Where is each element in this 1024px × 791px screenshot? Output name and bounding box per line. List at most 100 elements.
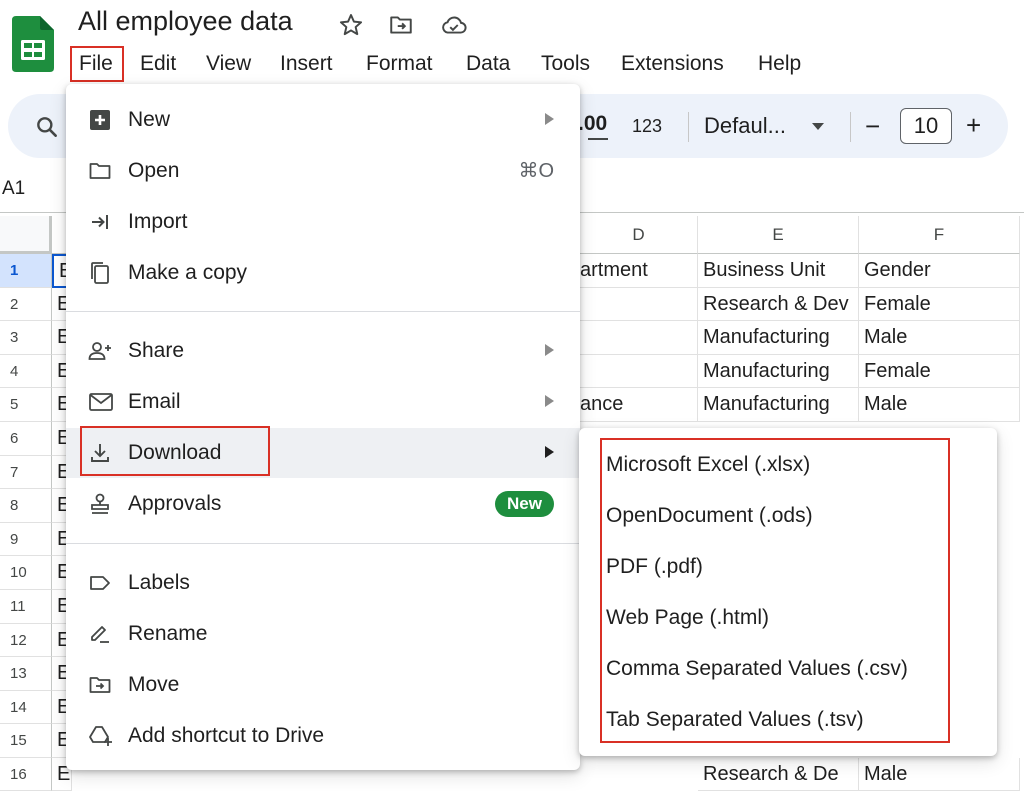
cell-d3[interactable] — [580, 321, 698, 355]
cloud-saved-icon[interactable] — [440, 12, 467, 38]
row-header[interactable]: 15 — [0, 724, 52, 758]
person-add-icon — [88, 339, 112, 363]
menu-item-approvals[interactable]: Approvals New — [66, 479, 580, 529]
cell-d5[interactable]: ance — [580, 388, 698, 422]
row-header[interactable]: 8 — [0, 489, 52, 523]
row-header[interactable]: 5 — [0, 388, 52, 422]
cell-e4[interactable]: Manufacturing — [698, 355, 859, 388]
toolbar-separator — [850, 112, 851, 142]
folder-open-icon — [88, 159, 112, 183]
cell-f5[interactable]: Male — [859, 388, 1020, 422]
increase-font-size-button[interactable]: + — [966, 110, 981, 141]
label-tag-icon — [88, 571, 112, 595]
row-header[interactable]: 3 — [0, 321, 52, 355]
menu-extensions[interactable]: Extensions — [621, 48, 724, 80]
increase-decimal-button[interactable]: .00 — [578, 112, 607, 136]
row-header[interactable]: 10 — [0, 556, 52, 590]
cell-f4[interactable]: Female — [859, 355, 1020, 388]
row-header[interactable]: 12 — [0, 624, 52, 657]
approvals-stamp-icon — [88, 492, 112, 516]
font-family-select[interactable]: Defaul... — [704, 113, 786, 139]
email-icon — [88, 390, 113, 414]
menu-item-open[interactable]: Open ⌘O — [66, 146, 580, 196]
menu-item-labels[interactable]: Labels — [66, 558, 580, 608]
download-highlight-box — [80, 426, 270, 476]
cell-f2[interactable]: Female — [859, 288, 1020, 321]
menu-view[interactable]: View — [206, 48, 251, 80]
row-header[interactable]: 2 — [0, 288, 52, 321]
select-all-corner[interactable] — [0, 216, 52, 254]
menu-insert[interactable]: Insert — [280, 48, 333, 80]
name-box[interactable]: A1 — [2, 178, 25, 200]
row-header[interactable]: 16 — [0, 758, 52, 791]
submenu-arrow-icon — [545, 446, 554, 458]
submenu-arrow-icon — [545, 113, 554, 125]
menu-separator — [66, 311, 580, 312]
menu-item-share[interactable]: Share — [66, 326, 580, 376]
menu-item-rename[interactable]: Rename — [66, 609, 580, 659]
decimal-arrow-icon — [588, 138, 608, 140]
row-header[interactable]: 1 — [0, 254, 52, 288]
rename-pencil-icon — [88, 622, 112, 646]
menu-edit[interactable]: Edit — [140, 48, 176, 80]
menu-item-add-shortcut-to-drive[interactable]: Add shortcut to Drive — [66, 711, 580, 761]
menu-item-label: Move — [128, 673, 180, 696]
add-to-drive-icon — [88, 724, 112, 748]
menu-item-label: Import — [128, 210, 188, 233]
row-header[interactable]: 4 — [0, 355, 52, 388]
column-header-e[interactable]: E — [698, 216, 859, 254]
menu-item-label: Make a copy — [128, 261, 248, 284]
cell-f3[interactable]: Male — [859, 321, 1020, 355]
menu-item-email[interactable]: Email — [66, 377, 580, 427]
number-format-button[interactable]: 123 — [632, 116, 662, 137]
keyboard-shortcut: ⌘O — [518, 160, 554, 182]
submenu-arrow-icon — [545, 344, 554, 356]
cell-d2[interactable] — [580, 288, 698, 321]
menu-tools[interactable]: Tools — [541, 48, 590, 80]
cell-e2[interactable]: Research & Dev — [698, 288, 859, 321]
column-header-f[interactable]: F — [859, 216, 1020, 254]
menu-data[interactable]: Data — [466, 48, 510, 80]
menu-item-label: New — [128, 108, 171, 131]
menu-item-label: Open — [128, 159, 180, 182]
document-title[interactable]: All employee data — [78, 6, 293, 37]
row-header[interactable]: 6 — [0, 422, 52, 456]
menu-item-make-a-copy[interactable]: Make a copy — [66, 248, 580, 298]
cell-e16[interactable]: Research & De — [698, 758, 859, 791]
move-to-folder-icon[interactable] — [388, 12, 414, 38]
sheets-logo-icon[interactable] — [12, 16, 54, 72]
row-header[interactable]: 9 — [0, 523, 52, 556]
row-header[interactable]: 13 — [0, 657, 52, 691]
menu-item-move[interactable]: Move — [66, 660, 580, 710]
menu-item-label: Email — [128, 390, 181, 413]
copy-icon — [88, 261, 112, 285]
row-header[interactable]: 14 — [0, 691, 52, 724]
new-badge: New — [495, 491, 554, 517]
column-header-d[interactable]: D — [580, 216, 698, 254]
row-header[interactable]: 7 — [0, 456, 52, 489]
menu-help[interactable]: Help — [758, 48, 801, 80]
cell-d4[interactable] — [580, 355, 698, 388]
cell-e1[interactable]: Business Unit — [698, 254, 859, 288]
chevron-down-icon[interactable] — [812, 123, 824, 130]
cell-e5[interactable]: Manufacturing — [698, 388, 859, 422]
submenu-arrow-icon — [545, 395, 554, 407]
menu-format[interactable]: Format — [366, 48, 433, 80]
decrease-font-size-button[interactable]: − — [865, 111, 880, 142]
cell-d1[interactable]: artment — [580, 254, 698, 288]
menu-item-label: Approvals — [128, 492, 222, 515]
menu-item-new[interactable]: New — [66, 95, 580, 145]
cell-e3[interactable]: Manufacturing — [698, 321, 859, 355]
cell-f16[interactable]: Male — [859, 758, 1020, 791]
menu-item-import[interactable]: Import — [66, 197, 580, 247]
menu-item-label: Share — [128, 339, 185, 362]
import-icon — [88, 210, 112, 234]
search-menus-icon[interactable] — [34, 114, 60, 140]
cell-f1[interactable]: Gender — [859, 254, 1020, 288]
font-size-input[interactable]: 10 — [900, 108, 952, 144]
new-sheet-icon — [88, 108, 112, 132]
toolbar-separator — [688, 112, 689, 142]
download-options-highlight-box — [600, 438, 950, 743]
star-icon[interactable] — [338, 12, 364, 38]
row-header[interactable]: 11 — [0, 590, 52, 624]
